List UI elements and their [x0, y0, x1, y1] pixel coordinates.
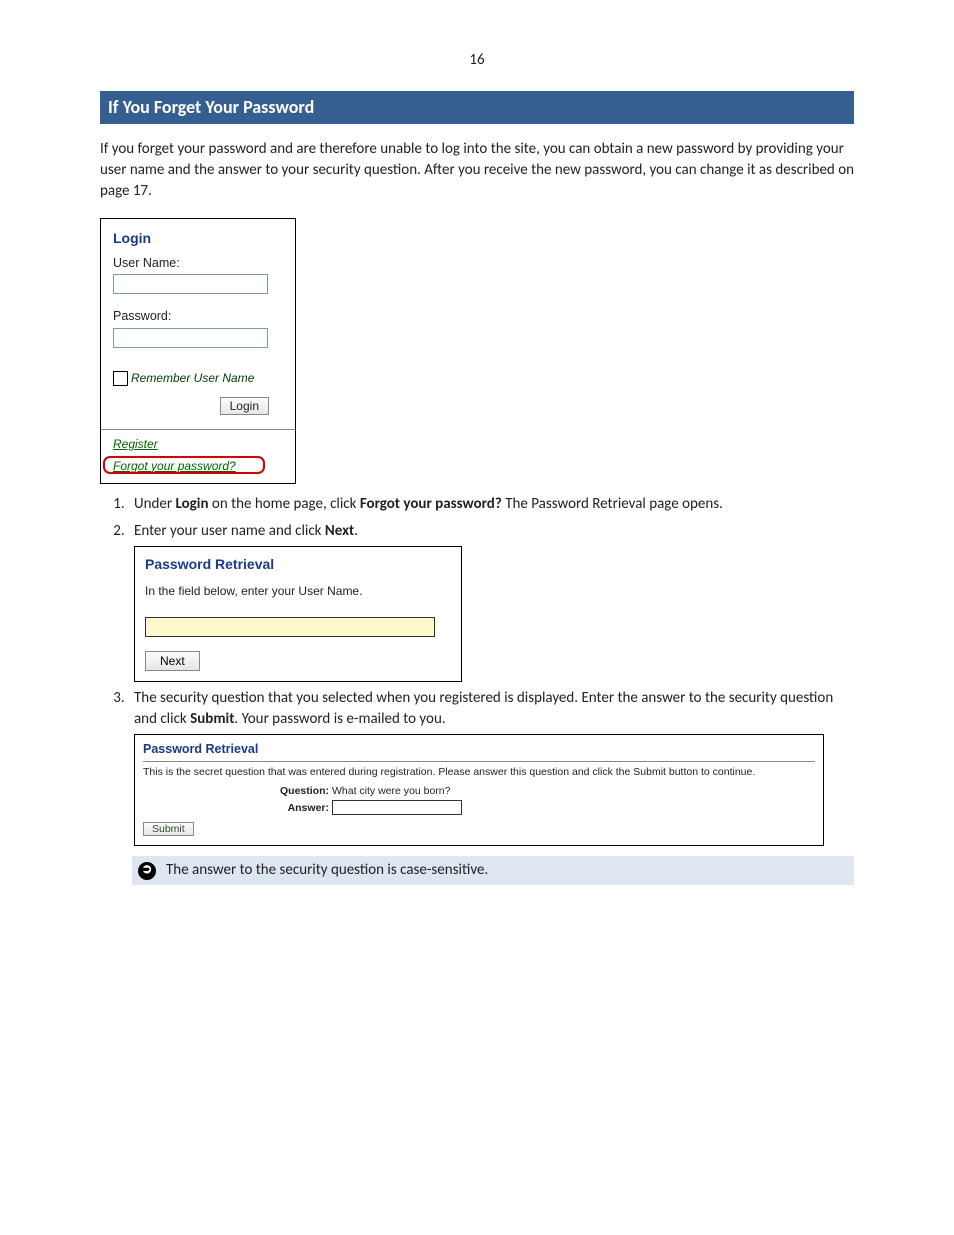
question-text: What city were you born?: [332, 784, 450, 799]
step-1-post: The Password Retrieval page opens.: [502, 495, 723, 513]
step-2-post: .: [354, 522, 358, 540]
panel1-heading: Password Retrieval: [145, 555, 451, 575]
step-1-b1: Login: [175, 495, 208, 513]
step-3-post: . Your password is e-mailed to you.: [234, 710, 445, 728]
section-heading: If You Forget Your Password: [100, 91, 854, 124]
step-1-pre: Under: [134, 495, 175, 513]
panel2-instruction: This is the secret question that was ent…: [143, 765, 815, 780]
note-text: The answer to the security question is c…: [166, 860, 488, 881]
forgot-password-link[interactable]: Forgot your password?: [113, 458, 236, 475]
panel1-username-input[interactable]: [145, 617, 435, 637]
submit-button[interactable]: Submit: [143, 822, 194, 836]
step-1: Under Login on the home page, click Forg…: [128, 494, 854, 515]
question-label: Question:: [273, 784, 329, 799]
steps-list: Under Login on the home page, click Forg…: [100, 494, 854, 846]
panel1-instruction: In the field below, enter your User Name…: [145, 583, 451, 600]
login-divider: [101, 429, 295, 430]
intro-paragraph: If you forget your password and are ther…: [100, 139, 854, 202]
remember-checkbox[interactable]: [113, 371, 128, 386]
next-button[interactable]: Next: [145, 651, 200, 671]
login-button[interactable]: Login: [220, 397, 269, 415]
register-link[interactable]: Register: [113, 436, 158, 453]
login-panel: Login User Name: Password: Remember User…: [100, 218, 296, 484]
answer-row: Answer:: [273, 800, 815, 815]
password-input[interactable]: [113, 328, 268, 348]
step-2: Enter your user name and click Next. Pas…: [128, 521, 854, 682]
username-label: User Name:: [113, 255, 283, 273]
panel2-heading: Password Retrieval: [143, 741, 815, 762]
step-2-b1: Next: [325, 522, 354, 540]
question-row: Question: What city were you born?: [273, 784, 815, 799]
note-icon: ➲: [138, 862, 156, 880]
username-input[interactable]: [113, 274, 268, 294]
page-number: 16: [100, 50, 854, 71]
answer-input[interactable]: [332, 800, 462, 815]
step-1-b2: Forgot your password?: [360, 495, 502, 513]
remember-label: Remember User Name: [131, 370, 254, 387]
answer-label: Answer:: [273, 801, 329, 816]
step-3: The security question that you selected …: [128, 688, 854, 846]
login-panel-heading: Login: [113, 229, 283, 249]
password-retrieval-panel-1: Password Retrieval In the field below, e…: [134, 546, 462, 682]
step-2-pre: Enter your user name and click: [134, 522, 325, 540]
password-label: Password:: [113, 308, 283, 326]
step-3-b1: Submit: [190, 710, 234, 728]
password-retrieval-panel-2: Password Retrieval This is the secret qu…: [134, 734, 824, 846]
note-box: ➲ The answer to the security question is…: [132, 856, 854, 885]
step-1-mid: on the home page, click: [209, 495, 360, 513]
